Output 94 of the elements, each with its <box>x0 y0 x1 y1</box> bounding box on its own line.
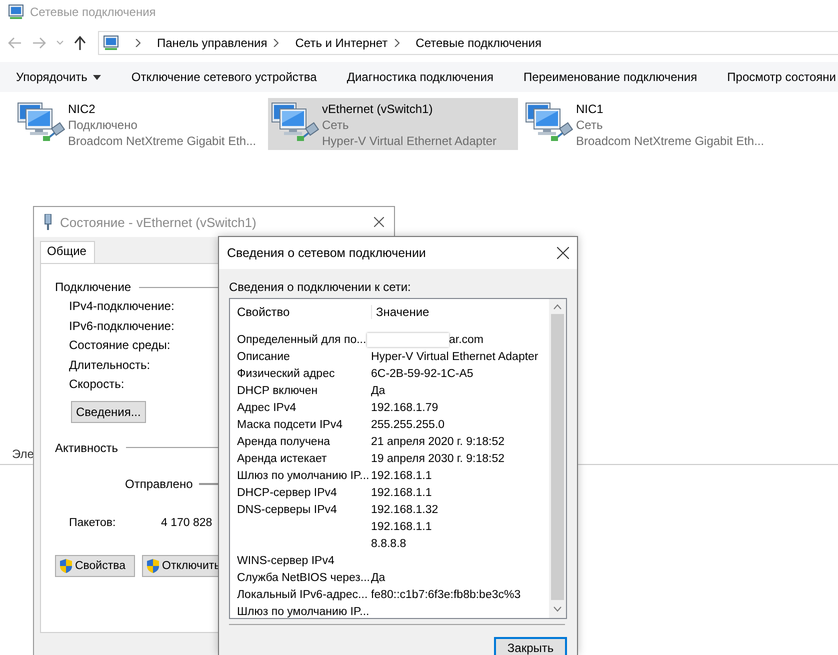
details-button[interactable]: Сведения... <box>71 400 146 422</box>
property-value: 19 апреля 2030 г. 9:18:52 <box>371 452 504 464</box>
chevron-up-icon <box>553 304 562 310</box>
connection-name: NIC1 <box>576 101 604 117</box>
close-icon <box>374 217 384 227</box>
property-value: 6C-2B-59-92-1C-A5 <box>371 368 474 380</box>
toolbar-button[interactable]: Отключение сетевого устройства <box>131 70 317 84</box>
property-name: Локальный IPv6-адрес... <box>237 588 368 600</box>
property-name: DHCP включен <box>237 384 318 396</box>
property-value: 8.8.8.8 <box>371 538 406 550</box>
property-value: 21 апреля 2020 г. 9:18:52 <box>371 436 504 448</box>
property-value: Да <box>371 572 386 584</box>
connection-status: Подключено <box>68 117 138 133</box>
property-name: Шлюз по умолчанию IP... <box>237 470 370 482</box>
dialog-title: Сведения о сетевом подключении <box>227 246 427 260</box>
control-panel-icon <box>8 4 24 20</box>
property-value: 192.168.1.1 <box>371 470 432 482</box>
property-value: 192.168.1.1 <box>371 486 432 498</box>
group-title: Активность <box>55 440 118 454</box>
connection-item[interactable]: NIC1 Сеть Broadcom NetXtreme Gigabit Eth... <box>522 98 772 150</box>
property-name: DNS-серверы IPv4 <box>237 504 337 516</box>
chevron-right-icon <box>135 39 141 47</box>
property-value: 192.168.1.32 <box>371 504 438 516</box>
close-button[interactable]: Закрыть <box>494 637 567 655</box>
shield-icon <box>58 558 74 574</box>
close-icon <box>557 247 569 259</box>
connection-status: Сеть <box>576 117 604 133</box>
connection-name: vEthernet (vSwitch1) <box>322 101 434 117</box>
connection-status: Сеть <box>322 117 350 133</box>
adapter-name: Broadcom NetXtreme Gigabit Eth... <box>68 133 256 149</box>
connection-name: NIC2 <box>68 101 96 117</box>
up-arrow-icon <box>74 36 86 50</box>
scrollbar[interactable] <box>549 299 566 618</box>
property-name: Шлюз по умолчанию IP... <box>237 606 370 618</box>
property-value: 192.168.1.79 <box>371 402 438 414</box>
forward-arrow-icon <box>32 37 46 49</box>
field-label: IPv4-подключение: <box>69 299 174 314</box>
chevron-right-icon <box>394 39 400 47</box>
property-name: Адрес IPv4 <box>237 402 296 414</box>
caret-icon <box>93 74 102 80</box>
property-name: Физический адрес <box>237 368 335 380</box>
property-value: Hyper-V Virtual Ethernet Adapter <box>371 350 538 362</box>
property-value: 192.168.1.1 <box>371 520 432 532</box>
column-title: Значение <box>371 305 505 319</box>
chevron-right-icon <box>273 39 280 47</box>
tab[interactable]: Общие <box>40 241 96 263</box>
column-title: Свойство <box>237 305 291 319</box>
connection-item[interactable]: vEthernet (vSwitch1) Сеть Hyper-V Virtual Ethernet Adapter <box>268 98 518 150</box>
field-label: Скорость: <box>69 377 124 392</box>
caption: Сведения о подключении к сети: <box>229 280 412 294</box>
field-label: Состояние среды: <box>69 338 170 354</box>
field-label: IPv6-подключение: <box>69 318 174 334</box>
property-value: 255.255.255.0 <box>371 418 445 430</box>
field-label: Длительность: <box>69 358 150 373</box>
property-name: Маска подсети IPv4 <box>237 418 342 430</box>
organize-dropdown[interactable]: Упорядочить <box>16 70 102 84</box>
shield-button[interactable]: Свойства <box>55 554 135 576</box>
window-title: Сетевые подключения <box>30 5 156 19</box>
property-name: DHCP-сервер IPv4 <box>237 486 337 498</box>
breadcrumb[interactable]: Сеть и Интернет <box>295 36 388 50</box>
control-panel-icon <box>103 35 119 51</box>
group-title: Подключение <box>55 280 132 294</box>
shield-icon <box>145 558 161 574</box>
toolbar-button[interactable]: Переименование подключения <box>524 70 698 84</box>
property-name: WINS-сервер IPv4 <box>237 554 334 566</box>
chevron-down-icon <box>553 606 562 612</box>
property-name: Определенный для по... <box>237 334 366 346</box>
network-computers-icon <box>17 101 65 141</box>
address-bar[interactable]: Панель управления Сеть и Интернет Сетевые подключения <box>98 31 838 55</box>
toolbar-button[interactable]: Диагностика подключения <box>346 70 494 84</box>
plug-icon <box>44 214 52 230</box>
adapter-name: Broadcom NetXtreme Gigabit Eth... <box>576 133 764 149</box>
packet-count: 4 170 828 <box>161 516 212 528</box>
adapter-name: Hyper-V Virtual Ethernet Adapter <box>322 133 497 149</box>
property-name: Аренда истекает <box>237 452 327 464</box>
toolbar-button[interactable]: Просмотр состояни <box>727 70 836 84</box>
status-text: Эле <box>12 447 34 461</box>
shield-button[interactable]: Отключить <box>142 554 220 576</box>
property-name: Аренда получена <box>237 436 330 448</box>
breadcrumb[interactable]: Сетевые подключения <box>416 36 542 50</box>
column-label: Отправлено <box>125 476 193 490</box>
connection-item[interactable]: NIC2 Подключено Broadcom NetXtreme Gigabit Eth... <box>14 98 264 150</box>
breadcrumb[interactable]: Панель управления <box>157 36 268 50</box>
property-name: Описание <box>237 350 290 362</box>
property-name: Служба NetBIOS через... <box>237 572 370 584</box>
network-computers-icon <box>525 101 573 141</box>
dialog-title: Состояние - vEthernet (vSwitch1) <box>60 214 258 230</box>
network-computers-icon <box>271 101 319 141</box>
property-value: fe80::c1b7:6f3e:fb8b:be3c%3 <box>371 588 521 600</box>
chevron-down-icon <box>56 40 64 46</box>
property-value: ar.com <box>449 334 484 346</box>
row-label: Пакетов: <box>69 516 117 528</box>
back-arrow-icon <box>8 37 22 49</box>
property-value: Да <box>371 384 386 396</box>
